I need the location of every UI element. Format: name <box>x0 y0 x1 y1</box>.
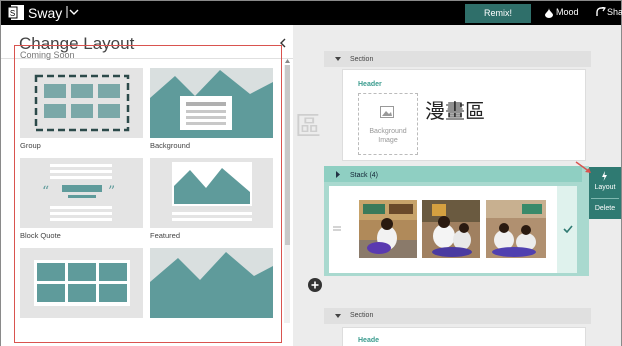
coming-soon-label: Coming Soon <box>20 50 75 60</box>
layout-tile-label: Featured <box>150 231 181 240</box>
header-label: Header <box>358 81 382 88</box>
stack-photo-1[interactable] <box>359 200 417 258</box>
full-image-layout-icon <box>150 248 273 318</box>
mood-drop-icon[interactable] <box>545 8 553 18</box>
layout-tile-group[interactable] <box>20 68 143 138</box>
layout-tile-label: Background <box>150 141 191 150</box>
caret-down-icon[interactable] <box>335 56 341 62</box>
app-name[interactable]: Sway <box>28 5 62 21</box>
caret-right-icon[interactable] <box>335 171 341 178</box>
section-label: Section <box>350 56 374 63</box>
add-content-button[interactable] <box>308 278 322 292</box>
layout-tile-background[interactable] <box>150 68 273 138</box>
annotation-arrow-icon <box>575 161 591 173</box>
stack-photo-2[interactable] <box>422 200 480 258</box>
caret-down-icon[interactable] <box>335 313 341 319</box>
layout-tile-label: Group <box>20 141 41 150</box>
remix-button[interactable]: Remix! <box>465 4 531 23</box>
chevron-down-icon[interactable] <box>66 4 80 20</box>
plus-icon <box>311 281 319 289</box>
drag-handle-icon[interactable] <box>333 226 341 232</box>
mood-button[interactable]: Mood <box>556 7 579 17</box>
sway-logo-icon: S <box>8 5 24 20</box>
top-bar: S Sway Remix! Mood Sha <box>1 1 622 25</box>
menu-divider <box>591 198 619 199</box>
check-icon[interactable] <box>563 225 573 233</box>
panel-scroll-thumb[interactable] <box>285 65 290 245</box>
svg-text:“: “ <box>42 184 49 200</box>
background-image-text: Background Image <box>369 128 407 144</box>
stack-label: Stack (4) <box>350 172 379 179</box>
header-label: Heade <box>358 337 380 344</box>
layout-tile-grid[interactable] <box>20 248 143 318</box>
image-icon <box>380 106 394 118</box>
layout-tile-full-image[interactable] <box>150 248 273 318</box>
svg-text:區: 區 <box>295 112 321 142</box>
layout-options-list: Coming Soon Group Background “ ” Block Q… <box>14 45 282 343</box>
layout-tile-label: Block Quote <box>20 231 61 240</box>
share-icon[interactable] <box>596 7 606 17</box>
svg-text:”: ” <box>108 184 115 200</box>
group-layout-icon <box>34 74 130 132</box>
section-label: Section <box>350 312 374 319</box>
layout-tile-featured[interactable] <box>150 158 273 228</box>
scroll-up-icon[interactable] <box>284 58 291 64</box>
background-layout-icon <box>150 68 273 138</box>
background-image-placeholder[interactable] <box>358 93 418 155</box>
watermark-icon: 區 <box>295 112 321 142</box>
svg-text:S: S <box>10 9 15 18</box>
lightning-icon <box>602 171 607 181</box>
header-text[interactable]: 漫畫區 <box>425 95 485 124</box>
share-button[interactable]: Sha <box>607 7 622 17</box>
block-quote-layout-icon: “ ” <box>42 164 115 221</box>
layout-menu-item[interactable]: Layout <box>589 184 621 191</box>
delete-menu-item[interactable]: Delete <box>589 205 621 212</box>
layout-tile-block-quote[interactable]: “ ” <box>20 158 143 228</box>
stack-photo-3[interactable] <box>486 200 546 258</box>
featured-layout-icon <box>150 158 273 228</box>
grid-layout-icon <box>34 260 130 306</box>
